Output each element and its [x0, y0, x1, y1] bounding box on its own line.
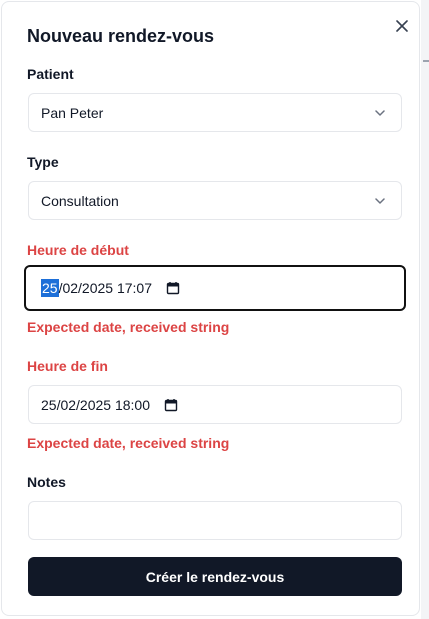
new-appointment-dialog: Nouveau rendez-vous Patient Pan Peter Ty…	[1, 1, 420, 616]
type-label: Type	[27, 154, 59, 170]
patient-label: Patient	[27, 66, 74, 82]
end-time-value: 25/02/2025 18:00	[41, 396, 150, 413]
end-time-error: Expected date, received string	[27, 435, 230, 451]
notes-input[interactable]	[28, 501, 402, 540]
start-time-value: 25/02/2025 17:07	[41, 279, 152, 297]
start-time-label: Heure de début	[27, 242, 129, 258]
end-time-label: Heure de fin	[27, 358, 108, 374]
calendar-icon[interactable]	[164, 398, 178, 412]
calendar-icon[interactable]	[166, 281, 180, 295]
end-time-input[interactable]: 25/02/2025 18:00	[28, 385, 402, 424]
patient-select-value: Pan Peter	[41, 104, 104, 121]
start-time-error: Expected date, received string	[27, 319, 230, 335]
background-mark	[423, 60, 429, 62]
start-time-rest: /02/2025 17:07	[58, 280, 152, 296]
create-appointment-button[interactable]: Créer le rendez-vous	[28, 557, 402, 596]
close-button[interactable]	[392, 16, 412, 36]
chevron-down-icon	[375, 109, 385, 116]
start-time-day-selected[interactable]: 25	[41, 279, 59, 297]
notes-label: Notes	[27, 474, 66, 490]
close-icon	[396, 20, 408, 32]
patient-select[interactable]: Pan Peter	[28, 93, 402, 132]
background-page-edge	[421, 0, 429, 619]
dialog-title: Nouveau rendez-vous	[27, 26, 215, 46]
type-select-value: Consultation	[41, 192, 119, 209]
start-time-input[interactable]: 25/02/2025 17:07	[24, 265, 406, 311]
chevron-down-icon	[375, 197, 385, 204]
type-select[interactable]: Consultation	[28, 181, 402, 220]
